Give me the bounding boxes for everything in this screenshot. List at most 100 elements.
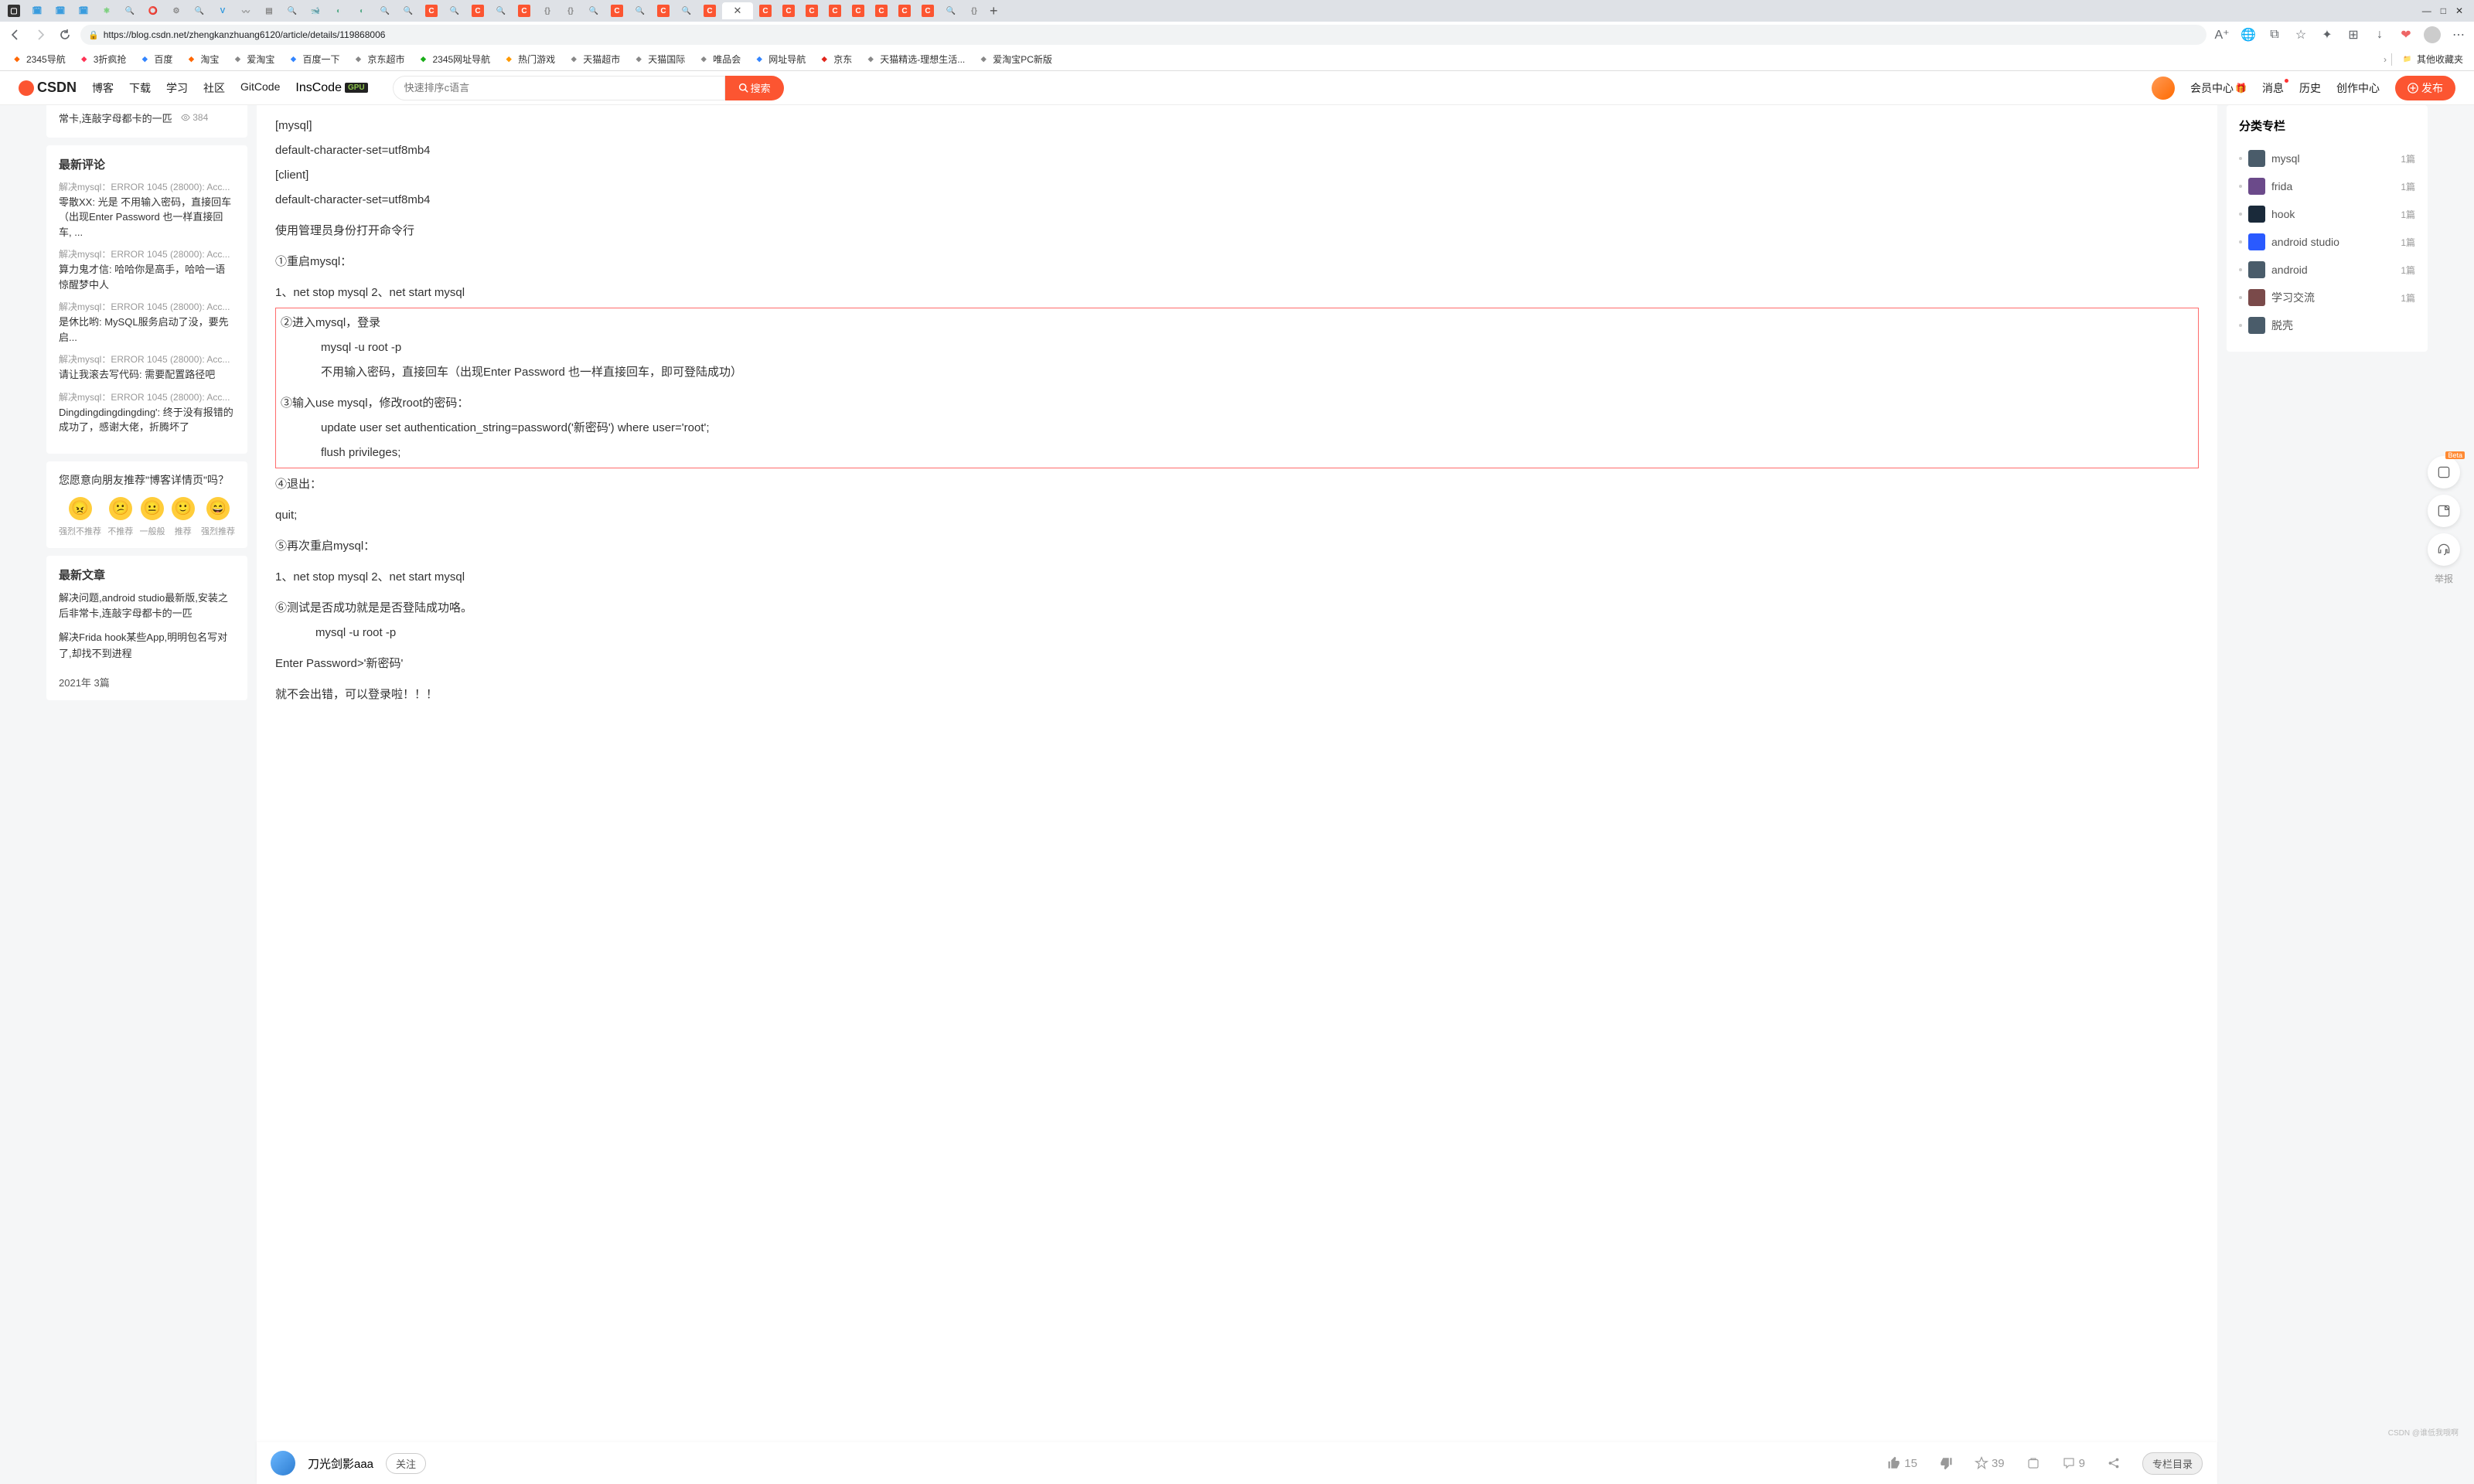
bookmark-item[interactable]: ◆京东超市 [347,51,409,67]
tab[interactable]: C [467,2,489,19]
bookmark-item[interactable]: ◆2345网址导航 [412,51,495,67]
tab[interactable]: 🔍 [397,2,419,19]
bookmark-item[interactable]: ◆2345导航 [6,51,70,67]
tab[interactable]: 🔍 [940,2,962,19]
tab[interactable]: 🔍 [189,2,210,19]
menu-icon[interactable]: ⋯ [2449,26,2468,44]
emoji-rating[interactable]: 🙂推荐 [172,497,195,537]
tab[interactable]: ◐ [351,2,373,19]
close-button[interactable]: ✕ [2455,5,2463,16]
nav-create[interactable]: 创作中心 [2336,80,2380,96]
tab[interactable]: ◐ [328,2,349,19]
tab[interactable]: 🐋 [305,2,326,19]
article-link[interactable]: 解决Frida hook某些App,明明包名写对了,却找不到进程 [59,630,235,662]
bookmark-item[interactable]: ◆京东 [813,51,857,67]
profile-icon[interactable] [2423,26,2442,44]
category-item[interactable]: android1篇 [2239,256,2415,284]
publish-button[interactable]: 发布 [2395,76,2455,100]
like-button[interactable]: 15 [1887,1456,1917,1470]
translate-icon[interactable]: 🌐 [2239,26,2258,44]
emoji-rating[interactable]: 😕不推荐 [107,497,133,537]
url-input[interactable]: 🔒 https://blog.csdn.net/zhengkanzhuang61… [80,25,2206,45]
year-archive[interactable]: 2021年 3篇 [59,675,235,689]
extension-icon[interactable]: ✦ [2318,26,2336,44]
bookmark-item[interactable]: ◆百度 [134,51,177,67]
tab[interactable]: C [871,2,892,19]
nav-item[interactable]: 学习 [166,80,188,96]
tab[interactable]: 🔍 [119,2,141,19]
user-avatar[interactable] [2152,77,2175,100]
tab[interactable]: C [421,2,442,19]
reward-button[interactable] [2026,1456,2040,1470]
tab[interactable]: 🔍 [374,2,396,19]
category-item[interactable]: frida1篇 [2239,172,2415,200]
tab[interactable]: C [606,2,628,19]
tab[interactable]: C [801,2,823,19]
nav-item[interactable]: 博客 [92,80,114,96]
tab[interactable]: 🗓 [49,2,71,19]
nav-item[interactable]: GitCode [240,80,280,96]
tab[interactable]: 🗓 [26,2,48,19]
prev-article-link[interactable]: 常卡,连敲字母都卡的一匹 [59,113,172,124]
nav-history[interactable]: 历史 [2299,80,2321,96]
tab[interactable]: 🔍 [281,2,303,19]
bookmark-item[interactable]: ◆爱淘宝PC新版 [973,51,1057,67]
tab[interactable]: 🔍 [629,2,651,19]
new-tab-button[interactable]: + [990,3,998,19]
search-button[interactable]: 搜索 [725,76,784,100]
emoji-rating[interactable]: 😄强烈推荐 [201,497,235,537]
maximize-button[interactable]: □ [2441,5,2446,16]
bookmark-item[interactable]: ◆百度一下 [282,51,344,67]
comment-item[interactable]: 解决mysql：ERROR 1045 (28000): Acc...零散XX: … [59,180,235,240]
heart-icon[interactable]: ❤ [2397,26,2415,44]
minimize-button[interactable]: — [2422,5,2431,16]
site-logo[interactable]: CSDN [19,80,77,96]
comment-item[interactable]: 解决mysql：ERROR 1045 (28000): Acc...Dingdi… [59,390,235,435]
search-input[interactable] [393,76,725,100]
category-item[interactable]: 学习交流1篇 [2239,284,2415,311]
follow-button[interactable]: 关注 [386,1453,426,1474]
nav-item[interactable]: 下载 [129,80,151,96]
tab-active[interactable]: ✕ [722,2,753,19]
tab[interactable]: C [917,2,939,19]
tab[interactable]: C [778,2,799,19]
service-button[interactable] [2428,533,2460,566]
bookmark-item[interactable]: ◆天猫精选-理想生活... [860,51,969,67]
tab[interactable]: 🔍 [583,2,605,19]
bookmark-item[interactable]: ◆网址导航 [748,51,810,67]
nav-item[interactable]: 社区 [203,80,225,96]
star-button[interactable]: 39 [1975,1456,2005,1470]
category-item[interactable]: android studio1篇 [2239,228,2415,256]
bookmark-item[interactable]: ◆天猫超市 [563,51,625,67]
favorite-icon[interactable]: ☆ [2292,26,2310,44]
tab[interactable]: {} [537,2,558,19]
comment-item[interactable]: 解决mysql：ERROR 1045 (28000): Acc...算力鬼才信:… [59,247,235,292]
dislike-button[interactable] [1939,1456,1953,1470]
nav-msg[interactable]: 消息 [2262,80,2284,96]
text-size-icon[interactable]: A⁺ [2213,26,2231,44]
tab[interactable]: 〰 [235,2,257,19]
reload-button[interactable] [56,26,74,44]
category-item[interactable]: hook1篇 [2239,200,2415,228]
note-button[interactable] [2428,495,2460,527]
tab[interactable]: {} [560,2,581,19]
author-name[interactable]: 刀光剑影aaa [308,1455,373,1472]
tab[interactable]: ▤ [258,2,280,19]
tab[interactable]: V [212,2,233,19]
tab[interactable]: C [755,2,776,19]
emoji-rating[interactable]: 😠强烈不推荐 [59,497,101,537]
other-bookmarks[interactable]: 📁其他收藏夹 [2397,51,2468,67]
downloads-icon[interactable]: ↓ [2370,26,2389,44]
category-item[interactable]: mysql1篇 [2239,145,2415,172]
tab[interactable]: C [894,2,915,19]
nav-inscode[interactable]: InsCodeGPU [295,81,367,95]
bookmark-item[interactable]: ◆天猫国际 [628,51,690,67]
close-icon[interactable]: ✕ [734,5,742,17]
comment-item[interactable]: 解决mysql：ERROR 1045 (28000): Acc...请让我滚去写… [59,352,235,383]
category-item[interactable]: 脱壳 [2239,311,2415,339]
author-avatar[interactable] [271,1451,295,1475]
tab[interactable]: {} [963,2,985,19]
tab[interactable]: C [847,2,869,19]
bookmark-item[interactable]: ◆淘宝 [180,51,223,67]
tab[interactable]: ⚛ [96,2,118,19]
